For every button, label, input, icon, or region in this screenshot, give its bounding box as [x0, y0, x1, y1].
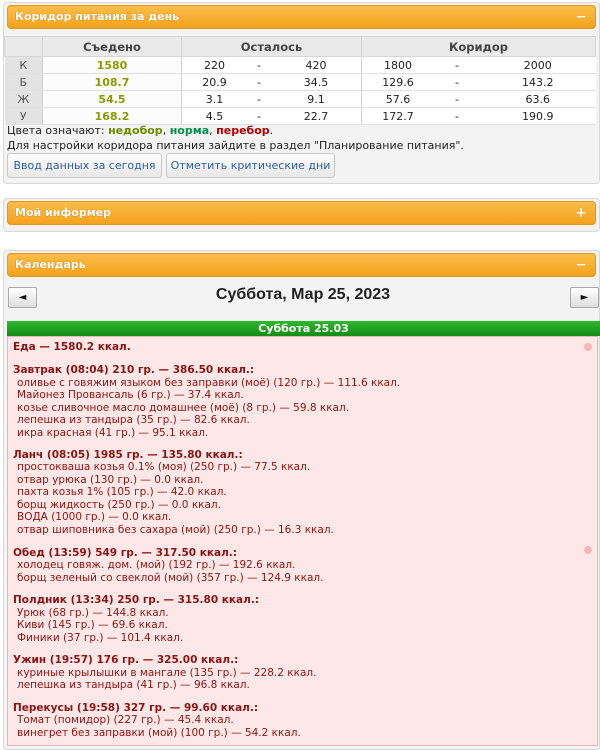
dash: -	[247, 56, 271, 74]
row-label: У	[4, 107, 43, 125]
eaten-header: Съедено	[42, 36, 182, 57]
dash: -	[247, 107, 271, 125]
legend-prefix: Цвета означают:	[7, 124, 109, 137]
corridor-max: 143.2	[480, 73, 596, 91]
next-day-button[interactable]: ►	[570, 287, 599, 308]
day-food-log: Еда — 1580.2 ккал. Завтрак (08:04) 210 г…	[7, 336, 598, 746]
calendar-panel-title: Календарь	[15, 258, 86, 271]
food-item: отвар шиповника без сахара (мой) (250 гр…	[17, 524, 334, 536]
food-item: отвар урюка (130 гр.) — 0.0 ккал.	[17, 474, 204, 486]
dash: -	[434, 90, 480, 108]
food-item: Майонез Провансаль (6 гр.) — 37.4 ккал.	[17, 389, 244, 401]
informer-panel-header[interactable]: Мой информер +	[7, 201, 596, 225]
prev-day-button[interactable]: ◄	[8, 287, 37, 308]
eaten-value: 1580	[42, 56, 182, 74]
left-max: 9.1	[271, 90, 362, 108]
meal-heading: Обед (13:59) 549 гр. — 317.50 ккал.:	[13, 547, 237, 559]
meal-heading: Ужин (19:57) 176 гр. — 325.00 ккал.:	[13, 654, 239, 666]
left-min: 220	[181, 56, 247, 74]
legend-sep: ,	[162, 124, 170, 137]
food-item: простокваша козья 0.1% (моя) (250 гр.) —…	[17, 461, 311, 473]
left-min: 20.9	[181, 73, 247, 91]
collapse-icon[interactable]: −	[575, 6, 587, 28]
food-item: Финики (37 гр.) — 101.4 ккал.	[17, 632, 184, 644]
input-today-button[interactable]: Ввод данных за сегодня	[7, 153, 162, 178]
meal-heading: Полдник (13:34) 250 гр. — 315.80 ккал.:	[13, 594, 260, 606]
dash: -	[247, 90, 271, 108]
table-row: Б 108.7 20.9 - 34.5 129.6 - 143.2	[4, 73, 596, 91]
corridor-table: Съедено Осталось Коридор К 1580 220 - 42…	[4, 36, 596, 125]
row-label-header	[4, 36, 43, 57]
total-line: Еда — 1580.2 ккал.	[13, 341, 131, 353]
corridor-max: 2000	[480, 56, 596, 74]
apple-icon[interactable]	[584, 546, 592, 554]
food-item: лепешка из тандыра (35 гр.) — 82.6 ккал.	[17, 414, 250, 426]
food-item: борщ жидкость (250 гр.) — 0.0 ккал.	[17, 499, 221, 511]
meal-heading: Ланч (08:05) 1985 гр. — 135.80 ккал.:	[13, 449, 243, 461]
row-label: Б	[4, 73, 43, 91]
legend-over: перебор	[216, 124, 270, 137]
dash: -	[247, 73, 271, 91]
apple-icon[interactable]	[584, 343, 592, 351]
left-max: 22.7	[271, 107, 362, 125]
row-label: К	[4, 56, 43, 74]
dash: -	[434, 107, 480, 125]
corridor-min: 57.6	[361, 90, 434, 108]
corridor-hint: Для настройки коридора питания зайдите в…	[7, 139, 464, 152]
food-item: холодец говяж. дом. (мой) (192 гр.) — 19…	[17, 559, 296, 571]
food-item: икра красная (41 гр.) — 95.1 ккал.	[17, 427, 209, 439]
corridor-min: 129.6	[361, 73, 434, 91]
mark-critical-days-button[interactable]: Отметить критические дни	[166, 153, 335, 178]
food-item: оливье с говяжим языком без заправки (мо…	[17, 377, 401, 389]
food-item: лепешка из тандыра (41 гр.) — 96.8 ккал.	[17, 679, 250, 691]
dash: -	[434, 73, 480, 91]
food-item: куриные крылышки в мангале (135 гр.) — 2…	[17, 667, 317, 679]
eaten-value: 108.7	[42, 73, 182, 91]
food-item: пахта козья 1% (105 гр.) — 42.0 ккал.	[17, 486, 227, 498]
food-item: Томат (помидор) (227 гр.) — 45.4 ккал.	[17, 714, 234, 726]
table-row: К 1580 220 - 420 1800 - 2000	[4, 56, 596, 74]
corridor-panel-title: Коридор питания за день	[15, 10, 180, 23]
food-item: борщ зеленый со свеклой (мой) (357 гр.) …	[17, 572, 324, 584]
eaten-value: 168.2	[42, 107, 182, 125]
calendar-panel-header[interactable]: Календарь −	[7, 253, 596, 277]
food-item: Киви (145 гр.) — 69.6 ккал.	[17, 619, 168, 631]
collapse-icon[interactable]: −	[575, 254, 587, 276]
row-label: Ж	[4, 90, 43, 108]
table-row: У 168.2 4.5 - 22.7 172.7 - 190.9	[4, 107, 596, 125]
food-item: козье сливочное масло домашнее (моё) (8 …	[17, 402, 350, 414]
corridor-min: 1800	[361, 56, 434, 74]
left-max: 34.5	[271, 73, 362, 91]
legend-norm: норма	[169, 124, 210, 137]
calendar-date-title: Суббота, Мар 25, 2023	[215, 286, 391, 303]
left-min: 4.5	[181, 107, 247, 125]
left-max: 420	[271, 56, 362, 74]
left-min: 3.1	[181, 90, 247, 108]
corridor-min: 172.7	[361, 107, 434, 125]
food-item: Урюк (68 гр.) — 144.8 ккал.	[17, 607, 169, 619]
meal-heading: Перекусы (19:58) 327 гр. — 99.60 ккал.:	[13, 702, 259, 714]
food-item: винегрет без заправки (мой) (100 гр.) — …	[17, 727, 301, 739]
corridor-panel-header[interactable]: Коридор питания за день −	[7, 5, 596, 29]
legend-low: недобор	[108, 124, 163, 137]
eaten-value: 54.5	[42, 90, 182, 108]
expand-icon[interactable]: +	[575, 202, 587, 224]
corridor-max: 190.9	[480, 107, 596, 125]
informer-panel: Мой информер +	[3, 198, 600, 232]
table-row: Ж 54.5 3.1 - 9.1 57.6 - 63.6	[4, 90, 596, 108]
informer-panel-title: Мой информер	[15, 206, 112, 219]
left-header: Осталось	[181, 36, 362, 57]
legend-end: .	[269, 124, 274, 137]
corridor-max: 63.6	[480, 90, 596, 108]
day-header: Суббота 25.03	[7, 321, 600, 336]
corridor-header: Коридор	[361, 36, 596, 57]
dash: -	[434, 56, 480, 74]
food-item: ВОДА (1000 гр.) — 0.0 ккал.	[17, 511, 172, 523]
color-legend: Цвета означают: недобор, норма, перебор.	[7, 124, 273, 137]
meal-heading: Завтрак (08:04) 210 гр. — 386.50 ккал.:	[13, 364, 255, 376]
